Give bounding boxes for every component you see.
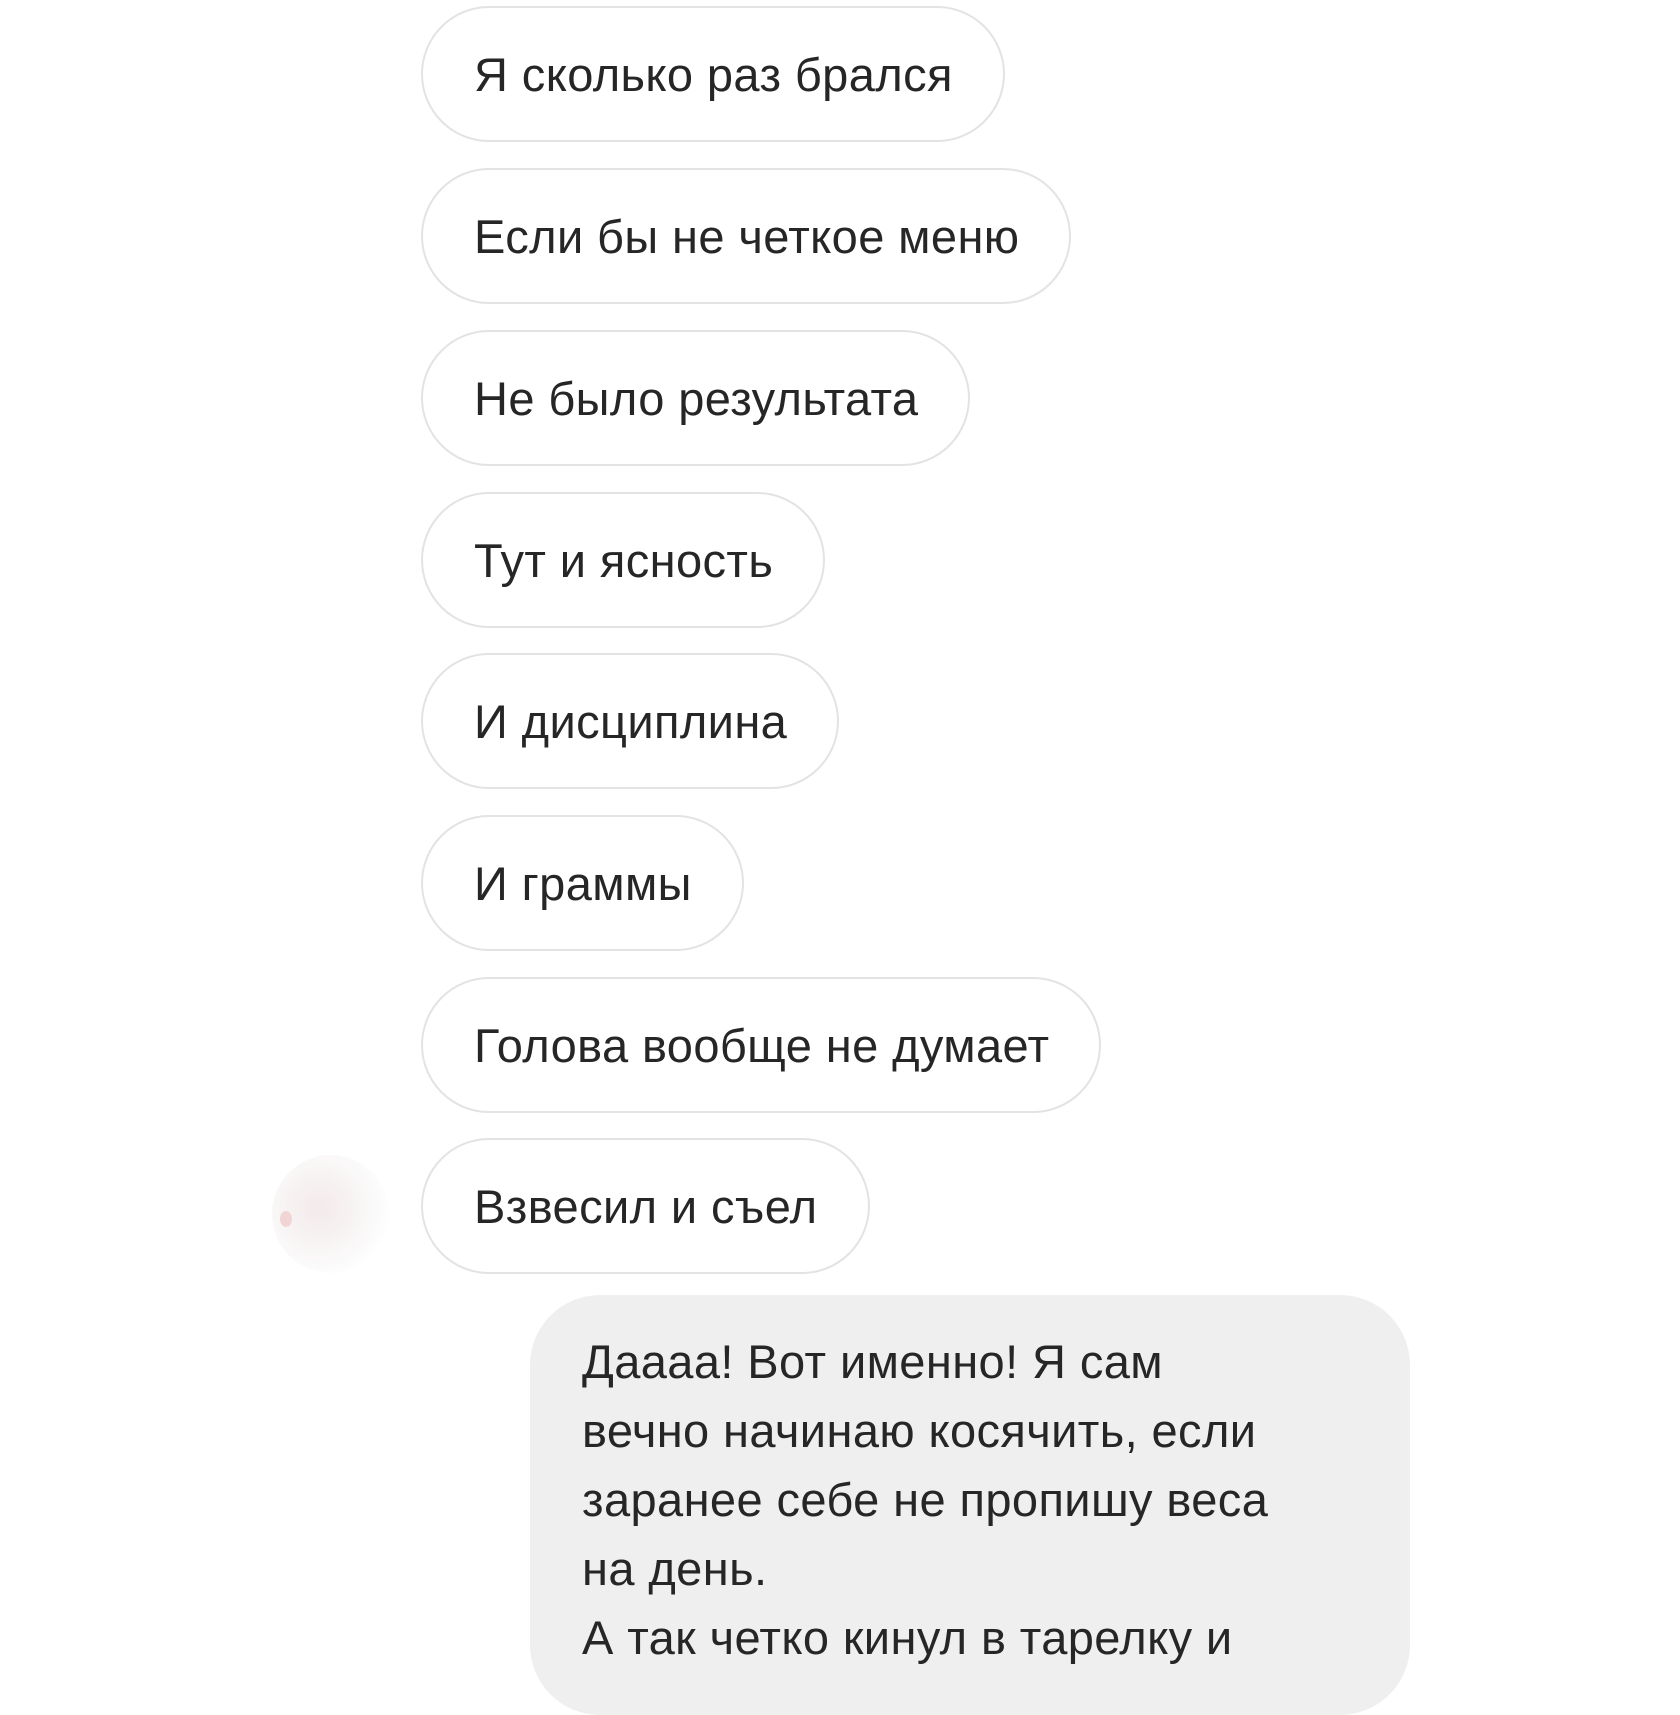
incoming-message[interactable]: Взвесил и съел	[421, 1138, 870, 1274]
message-text: Не было результата	[474, 371, 919, 425]
incoming-message[interactable]: Если бы не четкое меню	[421, 168, 1072, 304]
message-text: Тут и ясность	[474, 533, 774, 587]
message-text-line: заранее себе не пропишу веса	[582, 1473, 1269, 1526]
incoming-message[interactable]: Тут и ясность	[421, 492, 826, 628]
incoming-message[interactable]: Голова вообще не думает	[421, 977, 1102, 1113]
message-thread: Я сколько раз брался Если бы не четкое м…	[0, 0, 1680, 1715]
incoming-message[interactable]: И граммы	[421, 815, 744, 951]
message-text-line: вечно начинаю косячить, если	[582, 1404, 1257, 1457]
incoming-message[interactable]: И дисциплина	[421, 653, 840, 789]
message-text: Взвесил и съел	[474, 1179, 818, 1233]
message-text-line: А так четко кинул в тарелку и	[582, 1611, 1233, 1664]
sender-avatar[interactable]	[272, 1155, 390, 1273]
message-text: Я сколько раз брался	[474, 47, 953, 101]
message-text: И граммы	[474, 856, 692, 910]
incoming-message[interactable]: Я сколько раз брался	[421, 6, 1005, 142]
outgoing-message[interactable]: Даааа! Вот именно! Я сам вечно начинаю к…	[530, 1295, 1410, 1715]
incoming-message[interactable]: Не было результата	[421, 330, 971, 466]
message-text: И дисциплина	[474, 694, 788, 748]
message-text-line: на день.	[582, 1542, 768, 1595]
avatar-image	[280, 1211, 292, 1227]
message-text: Если бы не четкое меню	[474, 209, 1020, 263]
message-text-line: Даааа! Вот именно! Я сам	[582, 1335, 1163, 1388]
message-text: Голова вообще не думает	[474, 1018, 1050, 1072]
